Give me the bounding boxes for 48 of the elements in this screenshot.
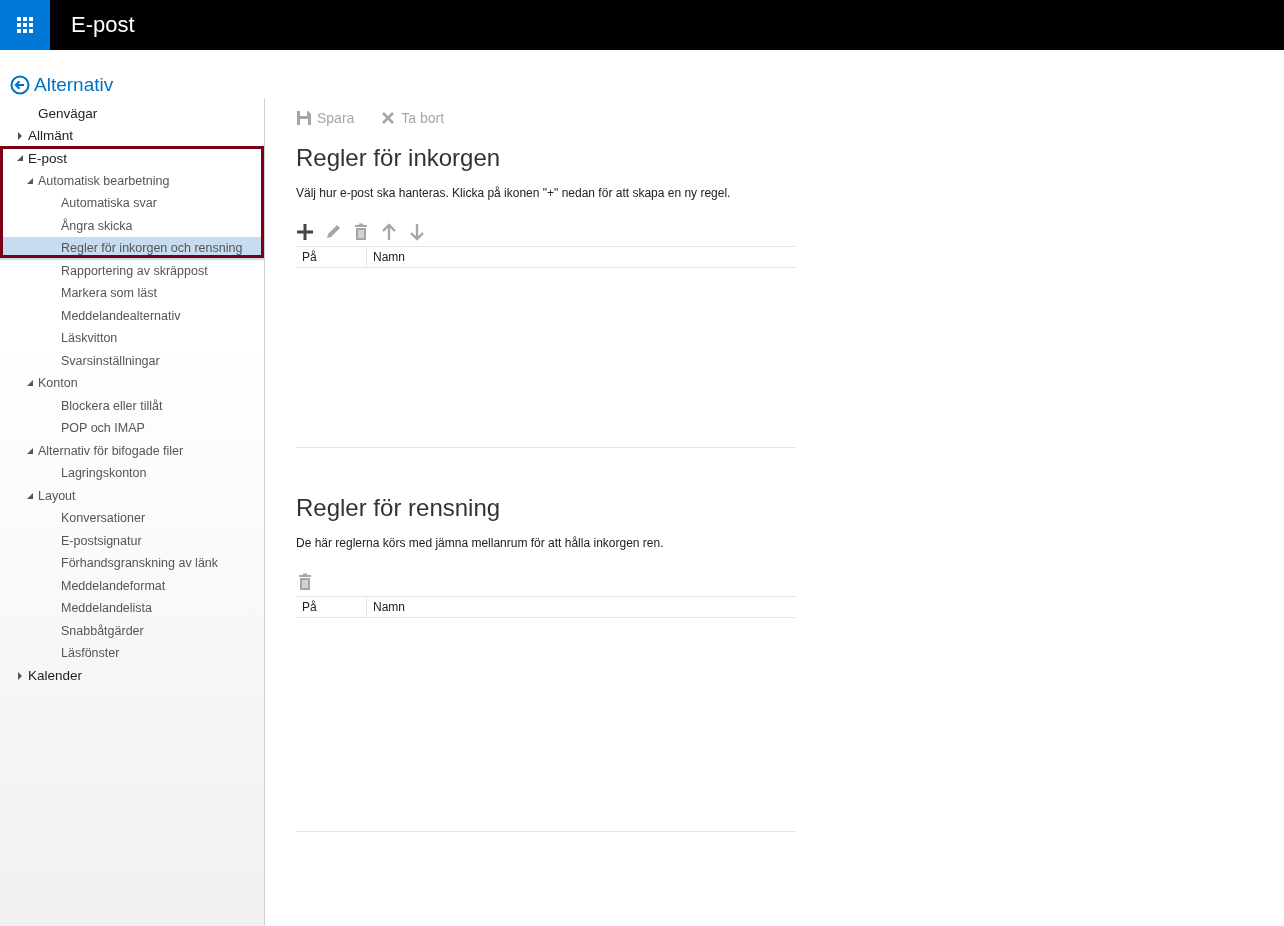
app-title: E-post [71,12,135,38]
sidebar-item[interactable]: POP och IMAP [0,417,264,440]
column-header[interactable]: På [296,247,367,267]
expanded-arrow-icon[interactable] [16,154,24,163]
sidebar-item[interactable]: Markera som läst [0,282,264,305]
sidebar-item[interactable]: Förhandsgranskning av länk [0,552,264,575]
sidebar-item[interactable]: E-post [0,147,264,170]
collapsed-arrow-icon[interactable] [16,671,24,680]
column-header[interactable]: Namn [367,600,405,614]
sidebar-item[interactable]: Alternativ för bifogade filer [0,439,264,462]
add-button[interactable] [296,223,314,241]
expanded-arrow-icon[interactable] [26,379,34,388]
section-description: De här reglerna körs med jämna mellanrum för att hålla inkorgen ren. [296,536,665,550]
column-header[interactable]: På [296,597,367,617]
close-icon [380,110,397,126]
sidebar-item[interactable]: Allmänt [0,124,264,147]
sidebar-item[interactable]: Svarsinställningar [0,349,264,372]
sidebar-item[interactable]: Layout [0,484,264,507]
grid-icon [17,17,33,33]
save-icon [296,110,312,126]
sidebar-item[interactable]: Ångra skicka [0,214,264,237]
expanded-arrow-icon[interactable] [26,491,34,500]
sidebar-item[interactable]: Meddelandealternativ [0,304,264,327]
sidebar-item[interactable]: Rapportering av skräppost [0,259,264,282]
collapsed-arrow-icon[interactable] [16,131,24,140]
section-heading: Regler för rensning [296,494,502,522]
expanded-arrow-icon[interactable] [26,176,34,185]
sidebar-item[interactable]: Genvägar [0,102,264,125]
column-header[interactable]: Namn [367,250,405,264]
sidebar-item[interactable]: Meddelandeformat [0,574,264,597]
section-description: Välj hur e-post ska hanteras. Klicka på ikonen "+" nedan för att skapa en ny regel. [296,186,732,200]
app-launcher-button[interactable] [0,0,50,50]
back-icon[interactable] [10,75,30,95]
sidebar-item[interactable]: Snabbåtgärder [0,619,264,642]
expanded-arrow-icon[interactable] [26,446,34,455]
sidebar-item[interactable]: Automatisk bearbetning [0,169,264,192]
sidebar-item[interactable]: Lagringskonton [0,462,264,485]
sidebar-item[interactable]: Läsfönster [0,642,264,665]
sidebar-item[interactable]: Blockera eller tillåt [0,394,264,417]
sidebar-item[interactable]: Meddelandelista [0,597,264,620]
sidebar-item[interactable]: Konversationer [0,507,264,530]
sidebar-item[interactable]: E-postsignatur [0,529,264,552]
sidebar-item[interactable]: Kalender [0,664,264,687]
sidebar-item[interactable]: Läskvitton [0,327,264,350]
sidebar-item[interactable]: Automatiska svar [0,192,264,215]
sidebar-item[interactable]: Konton [0,372,264,395]
section-heading: Regler för inkorgen [296,144,502,172]
page-title: Alternativ [34,74,114,96]
